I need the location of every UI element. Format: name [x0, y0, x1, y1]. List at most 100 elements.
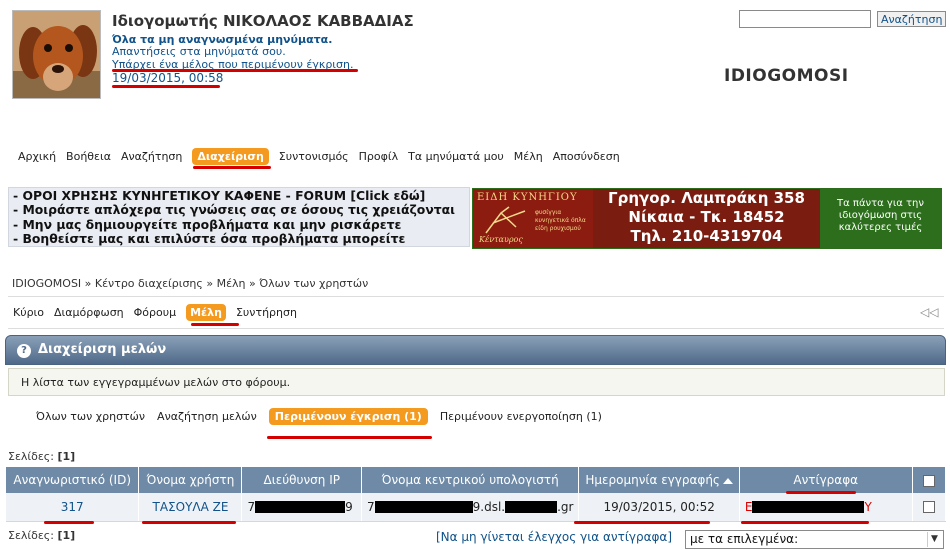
- pages-label: Σελίδες:: [8, 450, 54, 463]
- replies-link[interactable]: Απαντήσεις στα μηνύματά σου.: [112, 45, 286, 58]
- cell-copies: EY: [739, 493, 913, 522]
- pages-label: Σελίδες:: [8, 529, 54, 542]
- col-hostname[interactable]: Όνομα κεντρικού υπολογιστή: [361, 467, 580, 493]
- ad-slogan-line: ιδιογόμωση στις: [838, 210, 923, 221]
- nav-messages[interactable]: Τα μηνύματά μου: [408, 150, 504, 163]
- ad-banner[interactable]: ΕΙΔΗ ΚΥΝΗΓΙΟΥ φυσίγγια κυνηγετικά όπλα ε…: [472, 188, 942, 249]
- cell-ip: 79: [241, 493, 362, 522]
- nav-moderation[interactable]: Συντονισμός: [279, 150, 349, 163]
- user-title: Ιδιογομωτής ΝΙΚΟΛΑΟΣ ΚΑΒΒΑΔΙΑΣ: [112, 12, 414, 30]
- member-id[interactable]: 317: [61, 500, 84, 514]
- ad-sub: Κένταυρος: [479, 235, 523, 244]
- redaction: [374, 501, 473, 514]
- annotation-underline: [44, 521, 94, 524]
- copies-end: Y: [864, 499, 872, 514]
- ad-slogan-line: καλύτερες τιμές: [838, 222, 923, 233]
- help-icon[interactable]: ?: [17, 344, 31, 358]
- cell-hostname: 7 9.dsl. .gr: [361, 493, 580, 522]
- nav-logout[interactable]: Αποσύνδεση: [553, 150, 620, 163]
- annotation-underline: [112, 69, 358, 72]
- sort-up-icon: [722, 477, 733, 484]
- member-username-link[interactable]: ΤΑΣΟΥΛΑ ΖΕ: [153, 500, 229, 514]
- col-regdate-label: Ημερομηνία εγγραφής: [585, 473, 720, 487]
- ad-address-line: Νίκαια - Τκ. 18452: [628, 208, 785, 226]
- current-date: 19/03/2015, 00:58: [112, 71, 224, 85]
- ad-address: Γρηγορ. Λαμπράκη 358 Νίκαια - Τκ. 18452 …: [593, 189, 820, 248]
- nav-help[interactable]: Βοήθεια: [66, 150, 111, 163]
- annotation-underline: [741, 521, 869, 524]
- action-select[interactable]: με τα επιλεγμένα: ▼: [685, 530, 944, 549]
- section-description: Η λίστα των εγγεγραμμένων μελών στο φόρο…: [8, 368, 945, 396]
- annotation-underline: [191, 323, 239, 326]
- rules-line: - Βοηθείστε μας και επιλύστε όσα προβλήμ…: [13, 230, 406, 246]
- no-verify-link[interactable]: [Να μη γίνεται έλεγχος για αντίγραφα]: [436, 530, 672, 544]
- subtab-awaiting-activation[interactable]: Περιμένουν ενεργοποίηση (1): [440, 410, 602, 423]
- cell-id: 317: [6, 493, 140, 522]
- rules-line: - ΟΡΟΙ ΧΡΗΣΗΣ ΚΥΝΗΓΕΤΙΚΟΥ ΚΑΦΕΝΕ - FORUM…: [13, 188, 426, 203]
- search-button[interactable]: Αναζήτηση: [877, 11, 947, 27]
- ad-item: φυσίγγια: [535, 209, 562, 216]
- section-title: Διαχείριση μελών: [38, 342, 167, 357]
- col-ip[interactable]: Διεύθυνση IP: [241, 467, 362, 493]
- nav-profile[interactable]: Προφίλ: [359, 150, 398, 163]
- cell-select: [912, 493, 947, 522]
- page-link[interactable]: [1]: [57, 529, 75, 542]
- annotation-underline: [574, 521, 710, 524]
- site-title: IDIOGOMOSI: [724, 66, 849, 86]
- copies-start: E: [744, 499, 753, 514]
- subtab-all-users[interactable]: Όλων των χρηστών: [36, 410, 145, 423]
- main-nav: Αρχική Βοήθεια Αναζήτηση Διαχείριση Συντ…: [18, 148, 620, 165]
- ip-end: 9: [345, 499, 353, 514]
- rules-line: - Μην μας δημιουργείτε προβλήματα και μη…: [13, 216, 402, 232]
- redaction: [505, 501, 558, 514]
- select-all-checkbox[interactable]: [922, 474, 935, 487]
- page-link[interactable]: [1]: [57, 450, 75, 463]
- divider: [8, 296, 944, 297]
- ad-address-line: Τηλ. 210-4319704: [630, 227, 783, 245]
- nav-admin[interactable]: Διαχείριση: [192, 148, 269, 165]
- ip-start: 7: [247, 499, 256, 514]
- host-tail: .gr: [557, 499, 574, 514]
- acp-tabs: Κύριο Διαμόρφωση Φόρουμ Μέλη Συντήρηση: [13, 304, 297, 321]
- ad-slogan-line: Τα πάντα για την: [837, 198, 924, 209]
- col-select-all: [912, 467, 947, 493]
- tab-members[interactable]: Μέλη: [186, 304, 226, 321]
- rules-banner[interactable]: - ΟΡΟΙ ΧΡΗΣΗΣ ΚΥΝΗΓΕΤΙΚΟΥ ΚΑΦΕΝΕ - FORUM…: [8, 187, 470, 247]
- collapse-icon[interactable]: ◁◁: [920, 305, 938, 319]
- cell-username: ΤΑΣΟΥΛΑ ΖΕ: [138, 493, 243, 522]
- tab-main[interactable]: Κύριο: [13, 306, 44, 319]
- nav-home[interactable]: Αρχική: [18, 150, 56, 163]
- nav-members[interactable]: Μέλη: [514, 150, 543, 163]
- member-subtabs: Όλων των χρηστών Αναζήτηση μελών Περιμέν…: [36, 408, 602, 425]
- annotation-underline: [267, 436, 432, 439]
- tab-config[interactable]: Διαμόρφωση: [54, 306, 124, 319]
- col-username[interactable]: Όνομα χρήστη: [138, 467, 243, 493]
- host-end: 9.dsl.: [472, 499, 506, 514]
- annotation-underline: [142, 521, 236, 524]
- search-input[interactable]: [739, 10, 871, 28]
- redaction: [255, 501, 346, 514]
- ad-address-line: Γρηγορ. Λαμπράκη 358: [608, 189, 805, 207]
- members-table: Αναγνωριστικό (ID) Όνομα χρήστη Διεύθυνσ…: [6, 467, 947, 522]
- tab-forum[interactable]: Φόρουμ: [134, 306, 176, 319]
- col-regdate[interactable]: Ημερομηνία εγγραφής: [578, 467, 740, 493]
- user-avatar: [12, 10, 101, 99]
- section-header: ? Διαχείριση μελών: [5, 335, 946, 365]
- pagination: Σελίδες: [1]: [8, 450, 75, 463]
- divider: [8, 328, 944, 329]
- subtab-search-members[interactable]: Αναζήτηση μελών: [157, 410, 257, 423]
- tab-maintenance[interactable]: Συντήρηση: [236, 306, 297, 319]
- ad-item: κυνηγετικά όπλα: [535, 217, 586, 224]
- row-checkbox[interactable]: [922, 501, 935, 514]
- ad-brand: ΕΙΔΗ ΚΥΝΗΓΙΟΥ: [477, 192, 578, 203]
- chevron-down-icon: ▼: [927, 532, 941, 547]
- subtab-awaiting-approval[interactable]: Περιμένουν έγκριση (1): [268, 408, 428, 425]
- col-copies[interactable]: Αντίγραφα: [739, 467, 913, 493]
- cell-regdate: 19/03/2015, 00:52: [578, 493, 740, 522]
- annotation-underline: [112, 85, 220, 88]
- action-select-value: με τα επιλεγμένα:: [690, 532, 799, 546]
- col-id[interactable]: Αναγνωριστικό (ID): [6, 467, 140, 493]
- host-start: 7: [366, 499, 375, 514]
- nav-search[interactable]: Αναζήτηση: [121, 150, 182, 163]
- breadcrumb[interactable]: IDIOGOMOSI » Κέντρο διαχείρισης » Μέλη »…: [12, 277, 368, 290]
